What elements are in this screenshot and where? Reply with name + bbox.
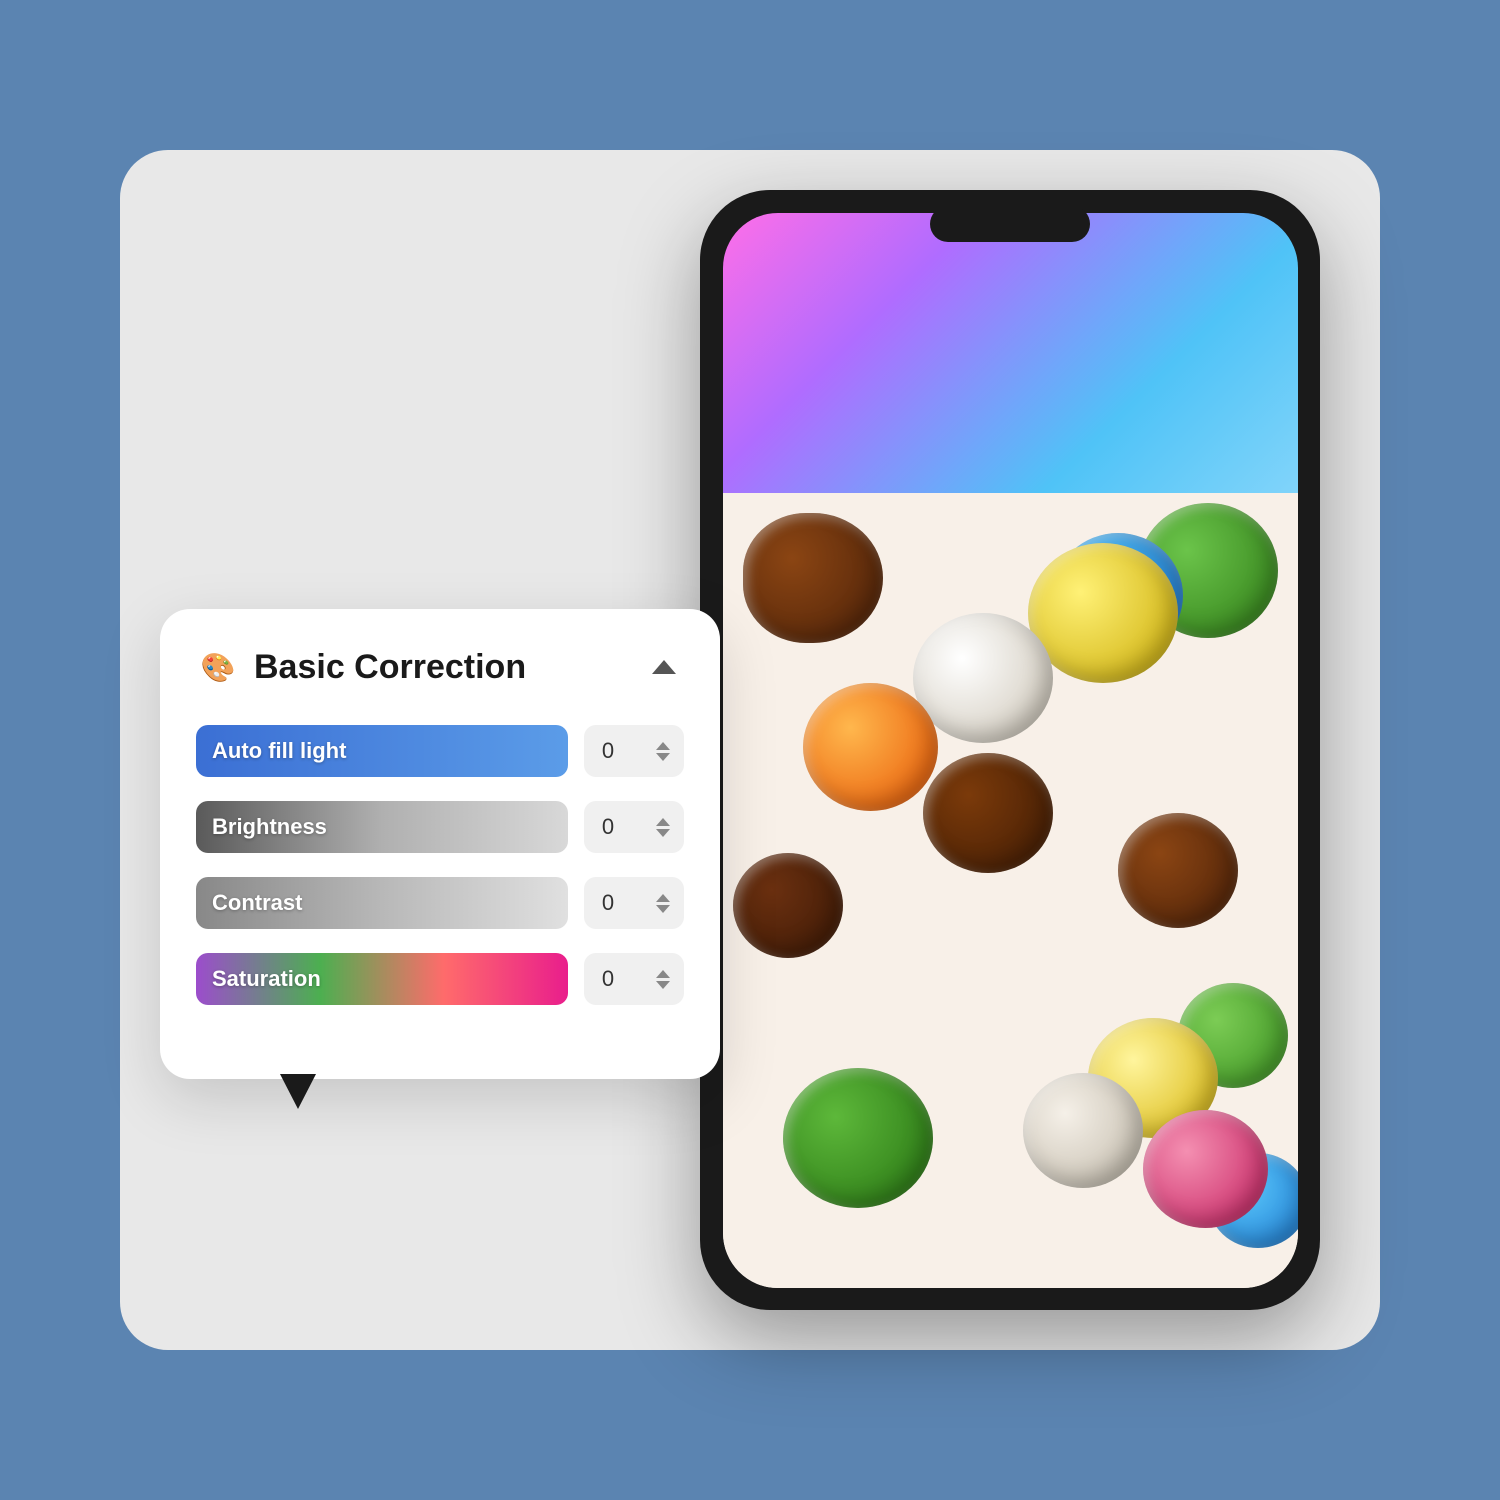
brightness-down-arrow[interactable]	[656, 829, 670, 837]
candy-chocolate-4	[1118, 813, 1238, 928]
contrast-row: Contrast 0	[196, 877, 684, 929]
auto-fill-light-value: 0	[598, 738, 618, 764]
brightness-label: Brightness	[196, 801, 568, 853]
contrast-up-arrow[interactable]	[656, 894, 670, 902]
auto-fill-light-label: Auto fill light	[196, 725, 568, 777]
candy-chocolate-3	[733, 853, 843, 958]
candy-scene	[723, 493, 1298, 1288]
collapse-button[interactable]	[644, 647, 684, 687]
brightness-row: Brightness 0	[196, 801, 684, 853]
contrast-value: 0	[598, 890, 618, 916]
candy-white-2	[1023, 1073, 1143, 1188]
candy-chocolate-1	[743, 513, 883, 643]
candy-green-2	[783, 1068, 933, 1208]
saturation-track[interactable]: Saturation	[196, 953, 568, 1005]
candy-chocolate-2	[923, 753, 1053, 873]
contrast-down-arrow[interactable]	[656, 905, 670, 913]
brightness-up-arrow[interactable]	[656, 818, 670, 826]
brightness-value: 0	[598, 814, 618, 840]
saturation-spinner[interactable]: 0	[584, 953, 684, 1005]
auto-fill-light-up-arrow[interactable]	[656, 742, 670, 750]
panel-title-group: 🎨 Basic Correction	[196, 645, 526, 689]
auto-fill-light-down-arrow[interactable]	[656, 753, 670, 761]
saturation-arrows[interactable]	[656, 970, 670, 989]
saturation-label: Saturation	[196, 953, 568, 1005]
contrast-arrows[interactable]	[656, 894, 670, 913]
saturation-up-arrow[interactable]	[656, 970, 670, 978]
saturation-value: 0	[598, 966, 618, 992]
contrast-spinner[interactable]: 0	[584, 877, 684, 929]
phone-notch	[930, 206, 1090, 242]
saturation-down-arrow[interactable]	[656, 981, 670, 989]
brightness-spinner[interactable]: 0	[584, 801, 684, 853]
brightness-track[interactable]: Brightness	[196, 801, 568, 853]
phone-candy-area	[723, 493, 1298, 1288]
candy-white-1	[913, 613, 1053, 743]
contrast-label: Contrast	[196, 877, 568, 929]
correction-icon: 🎨	[196, 645, 240, 689]
phone-screen	[723, 213, 1298, 1288]
main-card: 🎨 Basic Correction Auto fill light 0	[120, 150, 1380, 1350]
auto-fill-light-spinner[interactable]: 0	[584, 725, 684, 777]
phone-outer	[700, 190, 1320, 1310]
correction-panel: 🎨 Basic Correction Auto fill light 0	[160, 609, 720, 1079]
saturation-row: Saturation 0	[196, 953, 684, 1005]
auto-fill-light-row: Auto fill light 0	[196, 725, 684, 777]
candy-orange-1	[803, 683, 938, 811]
phone-mockup	[700, 190, 1320, 1310]
auto-fill-light-arrows[interactable]	[656, 742, 670, 761]
panel-title: Basic Correction	[254, 648, 526, 687]
phone-gradient	[723, 213, 1298, 493]
auto-fill-light-track[interactable]: Auto fill light	[196, 725, 568, 777]
chevron-up-icon	[652, 660, 676, 674]
panel-header: 🎨 Basic Correction	[196, 645, 684, 689]
cursor-pointer-icon	[280, 1074, 316, 1109]
brightness-arrows[interactable]	[656, 818, 670, 837]
candy-pink-1	[1143, 1110, 1268, 1228]
contrast-track[interactable]: Contrast	[196, 877, 568, 929]
